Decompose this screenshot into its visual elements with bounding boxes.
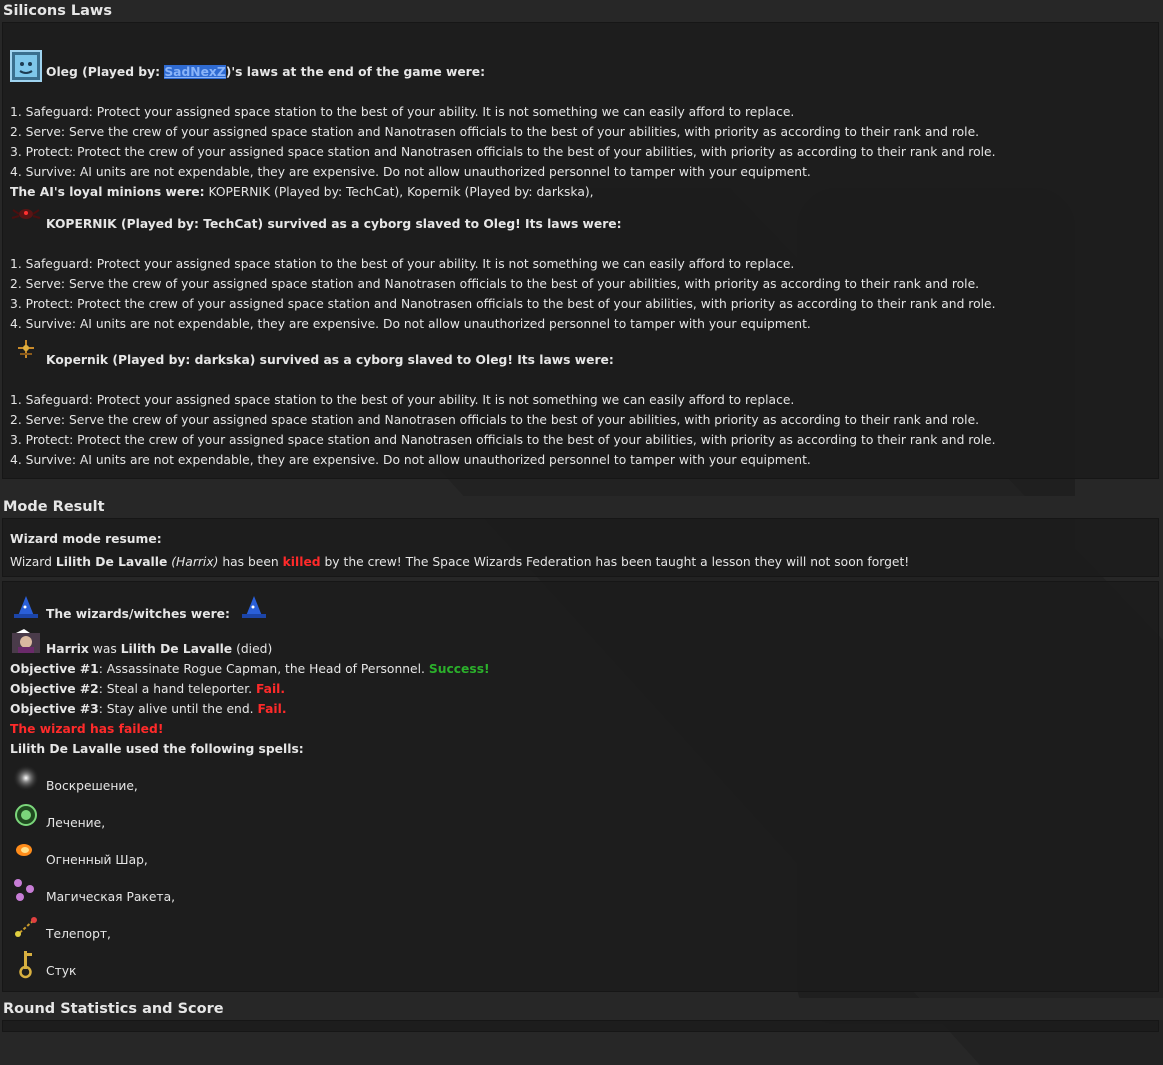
spell-name: Магическая Ракета, [46, 890, 176, 904]
spider-cyborg-icon [10, 202, 42, 234]
minions-line: The AI's loyal minions were: KOPERNIK (P… [10, 182, 1158, 202]
objective-line: Objective #1: Assassinate Rogue Capman, … [10, 662, 490, 676]
objective-line: Objective #3: Stay alive until the end. … [10, 702, 287, 716]
spell-item: Стук [10, 944, 1158, 981]
ai-core-icon [10, 50, 42, 82]
wizards-header: The wizards/witches were: [10, 592, 1158, 624]
killed-text: killed [282, 555, 321, 569]
spell-item: Магическая Ракета, [10, 870, 1158, 907]
fireball-icon [10, 838, 42, 870]
ai-law: 3. Protect: Protect the crew of your ass… [10, 145, 996, 159]
spell-name: Стук [46, 964, 77, 978]
spell-item: Телепорт, [10, 907, 1158, 944]
cyborg-law: 1. Safeguard: Protect your assigned spac… [10, 257, 795, 271]
mode-result-title: Mode Result [0, 496, 1163, 518]
teleport-icon [10, 912, 42, 944]
wizard-player-name: (Harrix) [171, 555, 219, 569]
spells-label: Lilith De Lavalle used the following spe… [10, 742, 304, 756]
round-statistics-title: Round Statistics and Score [0, 998, 1163, 1020]
cyborg-law: 2. Serve: Serve the crew of your assigne… [10, 413, 980, 427]
drone-cyborg-icon [10, 338, 42, 370]
cyborg-header: Kopernik (Played by: darkska) survived a… [10, 338, 1158, 370]
ai-player-link[interactable]: SadNexZ [164, 65, 226, 79]
minions-label: The AI's loyal minions were: [10, 185, 205, 199]
cyborg-law: 3. Protect: Protect the crew of your ass… [10, 297, 996, 311]
silicons-laws-title: Silicons Laws [0, 0, 1163, 22]
spell-item: Воскрешение, [10, 759, 1158, 796]
spell-item: Огненный Шар, [10, 833, 1158, 870]
ai-name-suffix: )'s laws at the end of the game were: [225, 65, 486, 79]
cyborg-law: 2. Serve: Serve the crew of your assigne… [10, 277, 980, 291]
wizard-character-name: Lilith De Lavalle [55, 555, 168, 569]
wizard-summary: Wizard Lilith De Lavalle (Harrix) has be… [10, 555, 910, 569]
objective-result: Fail. [257, 702, 287, 716]
wizard-portrait-icon [10, 627, 42, 659]
cyborg-header-text: KOPERNIK (Played by: TechCat) survived a… [46, 217, 622, 231]
spell-name: Лечение, [46, 816, 106, 830]
ai-law: 2. Serve: Serve the crew of your assigne… [10, 125, 980, 139]
ai-law: 4. Survive: AI units are not expendable,… [10, 165, 811, 179]
objective-result: Fail. [255, 682, 286, 696]
wizard-hat-icon [10, 592, 42, 624]
wizard-resume-label: Wizard mode resume: [10, 532, 162, 546]
healing-orb-icon [10, 801, 42, 833]
wizards-panel: The wizards/witches were: Harrix was Lil… [2, 581, 1159, 992]
spell-name: Воскрешение, [46, 779, 138, 793]
minions-list: KOPERNIK (Played by: TechCat), Kopernik … [204, 185, 594, 199]
wizards-header-text: The wizards/witches were: [46, 607, 230, 621]
magic-missile-icon [10, 875, 42, 907]
wizard-line: Harrix was Lilith De Lavalle (died) [10, 627, 1158, 659]
round-statistics-panel [2, 1020, 1159, 1032]
cyborg-header: KOPERNIK (Played by: TechCat) survived a… [10, 202, 1158, 234]
cyborg-header-text: Kopernik (Played by: darkska) survived a… [46, 353, 614, 367]
objective-result: Success! [428, 662, 490, 676]
resurrection-orb-icon [10, 764, 42, 796]
wizard-state: (died) [232, 642, 273, 656]
wizard-player: Harrix [46, 642, 89, 656]
cyborg-law: 4. Survive: AI units are not expendable,… [10, 317, 811, 331]
ai-header: Oleg (Played by: SadNexZ)'s laws at the … [10, 50, 1158, 82]
objective-line: Objective #2: Steal a hand teleporter. F… [10, 682, 286, 696]
spell-name: Телепорт, [46, 927, 111, 941]
spell-name: Огненный Шар, [46, 853, 148, 867]
cyborg-law: 3. Protect: Protect the crew of your ass… [10, 433, 996, 447]
spell-item: Лечение, [10, 796, 1158, 833]
wizard-character: Lilith De Lavalle [120, 642, 233, 656]
wizard-hat-icon [238, 592, 270, 624]
knock-key-icon [10, 949, 42, 981]
cyborg-law: 1. Safeguard: Protect your assigned spac… [10, 393, 795, 407]
wizard-resume-panel: Wizard mode resume: Wizard Lilith De Lav… [2, 518, 1159, 577]
silicons-laws-panel: Oleg (Played by: SadNexZ)'s laws at the … [2, 22, 1159, 479]
wizard-failed-text: The wizard has failed! [10, 722, 164, 736]
cyborg-law: 4. Survive: AI units are not expendable,… [10, 453, 811, 467]
ai-law: 1. Safeguard: Protect your assigned spac… [10, 105, 795, 119]
ai-name-prefix: Oleg (Played by: [46, 65, 165, 79]
